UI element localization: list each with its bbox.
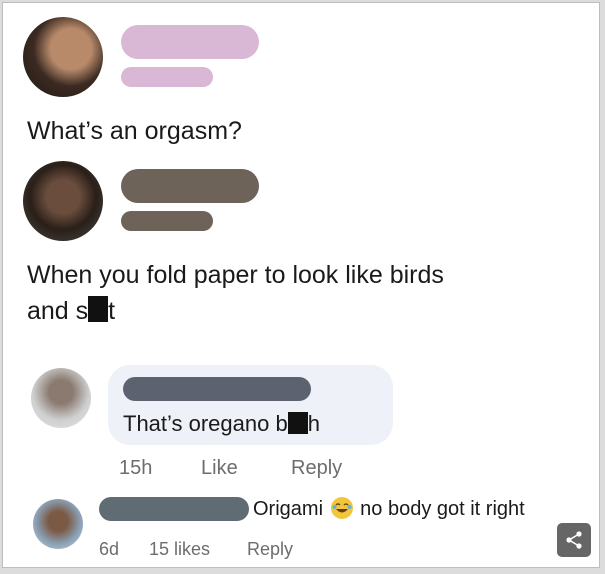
name-placeholder-bar — [121, 169, 259, 203]
redaction-block — [287, 412, 308, 434]
post-text: What’s an orgasm? — [27, 117, 242, 145]
avatar[interactable] — [31, 368, 91, 428]
comment-text: That’s oregano b h — [123, 411, 320, 437]
reply-name-placeholder-bar — [99, 497, 249, 521]
avatar[interactable] — [23, 161, 103, 241]
reply-time: 6d — [99, 539, 120, 559]
screenshot-card: What’s an orgasm? When you fold paper to… — [2, 2, 600, 568]
post-text-line2-suffix: t — [108, 297, 116, 325]
reply-text-after: no body got it right — [360, 498, 525, 520]
reply-button[interactable]: Reply — [291, 457, 342, 480]
comment-text-suffix: h — [307, 411, 320, 436]
avatar[interactable] — [33, 499, 83, 549]
post-text-line1: When you fold paper to look like birds — [27, 261, 444, 289]
like-button[interactable]: Like — [201, 457, 238, 480]
redaction-block — [88, 296, 109, 322]
share-button[interactable] — [557, 523, 591, 557]
comment-time: 15h — [119, 457, 153, 479]
reply-text-before: Origami — [253, 498, 324, 520]
meta-placeholder-bar — [121, 67, 213, 87]
name-placeholder-bar — [121, 25, 259, 59]
share-icon — [566, 531, 582, 549]
laughing-emoji-icon — [330, 497, 353, 519]
comment-name-placeholder-bar — [123, 377, 311, 401]
reply-text: Origami no body got it right — [253, 497, 525, 521]
likes-count[interactable]: 15 likes — [149, 539, 210, 560]
post-text: When you fold paper to look like birds a… — [27, 257, 444, 329]
post-text-line2-prefix: and s — [27, 297, 89, 325]
meta-placeholder-bar — [121, 211, 213, 231]
comment-text-prefix: That’s oregano b — [123, 411, 288, 436]
reply-button[interactable]: Reply — [247, 539, 293, 560]
avatar[interactable] — [23, 17, 103, 97]
